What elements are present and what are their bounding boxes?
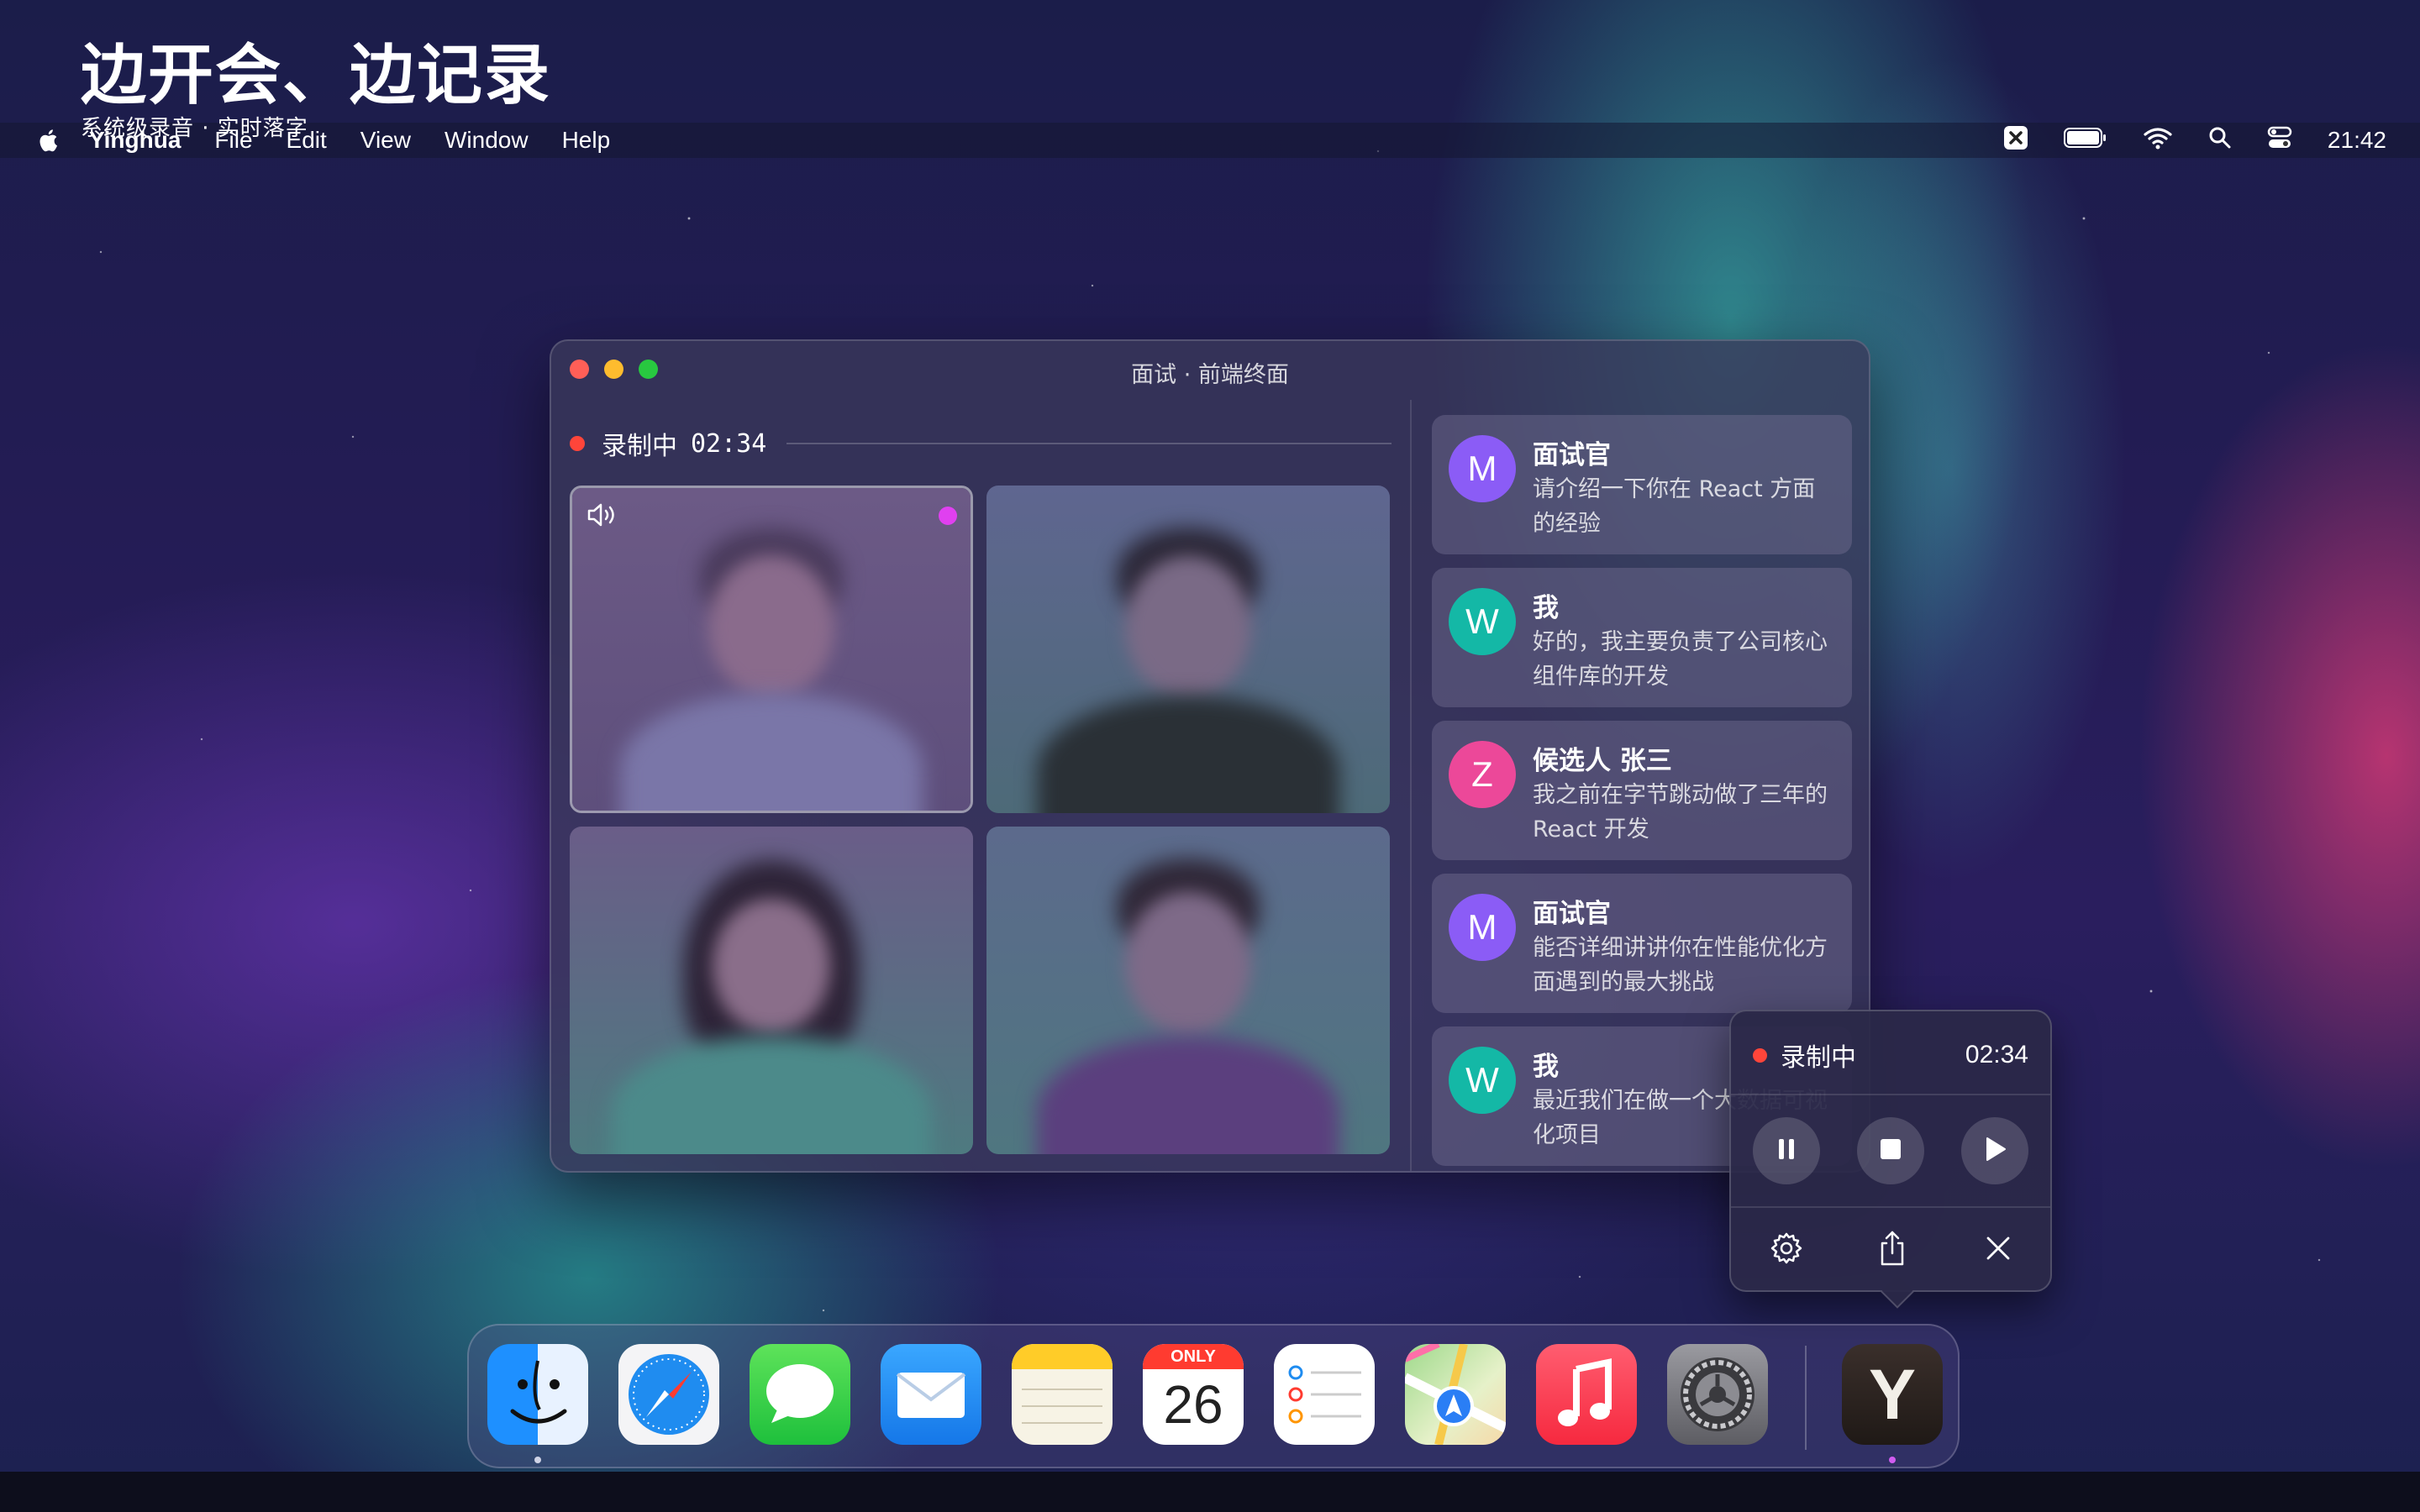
close-icon [1983, 1233, 2013, 1267]
pause-button[interactable] [1753, 1117, 1820, 1184]
transcript-item[interactable]: M 面试官 能否详细讲讲你在性能优化方面遇到的最大挑战 [1432, 874, 1852, 1013]
calendar-month: ONLY [1143, 1344, 1244, 1369]
avatar: Z [1449, 741, 1516, 808]
avatar: W [1449, 1047, 1516, 1114]
reminders-icon[interactable] [1274, 1344, 1375, 1445]
speaker-name: 面试官 [1533, 899, 1611, 929]
speaker-name: 候选人 张三 [1533, 746, 1672, 776]
transcript-text: 请介绍一下你在 React 方面的经验 [1533, 476, 1816, 537]
panel-divider-top [1731, 1094, 2050, 1095]
finder-running-indicator [534, 1457, 541, 1463]
panel-timer: 02:34 [1965, 1041, 2028, 1068]
yinghua-letter: Y [1868, 1354, 1917, 1434]
panel-recording-label: 录制中 [1781, 1043, 1856, 1073]
yinghua-running-indicator [1889, 1457, 1896, 1463]
share-icon [1876, 1229, 1909, 1271]
stop-button[interactable] [1857, 1117, 1924, 1184]
music-icon[interactable] [1536, 1344, 1637, 1445]
participant-tile-4[interactable] [986, 827, 1390, 1154]
system-settings-icon[interactable] [1667, 1344, 1768, 1445]
transcript-text: 我之前在字节跳动做了三年的 React 开发 [1533, 782, 1828, 843]
calendar-icon[interactable]: ONLY 26 [1143, 1344, 1244, 1445]
close-panel-button[interactable] [1975, 1226, 2022, 1273]
app-status-icon[interactable] [2003, 125, 2028, 156]
play-icon [1982, 1136, 2007, 1166]
finder-icon[interactable] [487, 1344, 588, 1445]
menu-help[interactable]: Help [562, 127, 611, 154]
search-icon[interactable] [2208, 126, 2232, 155]
window-title: 面试 · 前端终面 [1131, 362, 1289, 388]
avatar: M [1449, 894, 1516, 961]
recording-label: 录制中 [602, 432, 677, 461]
participant-tile-1[interactable] [570, 486, 973, 813]
panel-divider-bottom [1731, 1206, 2050, 1208]
screen-bottom-edge [0, 1472, 2420, 1512]
safari-icon[interactable] [618, 1344, 719, 1445]
maps-icon[interactable] [1405, 1344, 1506, 1445]
transcript-text: 好的，我主要负责了公司核心组件库的开发 [1533, 629, 1828, 690]
speaker-icon [586, 501, 619, 532]
battery-icon[interactable] [2063, 127, 2107, 155]
messages-icon[interactable] [750, 1344, 850, 1445]
play-button[interactable] [1961, 1117, 2028, 1184]
speaker-name: 面试官 [1533, 440, 1611, 470]
transcript-item[interactable]: Z 候选人 张三 我之前在字节跳动做了三年的 React 开发 [1432, 721, 1852, 860]
recording-divider [786, 443, 1392, 444]
pause-icon [1775, 1137, 1798, 1165]
recording-status: 录制中 02:34 [570, 425, 1410, 462]
settings-button[interactable] [1763, 1226, 1810, 1273]
control-center-icon[interactable] [2267, 125, 2292, 156]
participant-tile-2[interactable] [986, 486, 1390, 813]
gear-icon [1768, 1230, 1805, 1270]
recording-dot-icon [1753, 1047, 1767, 1063]
menu-status-area: 21:42 [2003, 123, 2386, 158]
panel-divider [1410, 400, 1412, 1171]
notes-icon[interactable] [1012, 1344, 1113, 1445]
promo-subtitle: 系统级录音 · 实时落字 [81, 116, 308, 141]
avatar: W [1449, 588, 1516, 655]
apple-icon[interactable] [25, 129, 71, 152]
share-button[interactable] [1869, 1226, 1916, 1273]
recording-dot-icon [570, 436, 585, 451]
stop-icon [1878, 1137, 1903, 1165]
speaking-indicator [939, 507, 957, 525]
speaker-name: 我 [1533, 593, 1559, 623]
panel-status: 录制中 02:34 [1753, 1037, 2028, 1074]
dock-separator [1805, 1346, 1807, 1450]
dock: ONLY 26 Y [467, 1324, 1960, 1468]
recording-control-panel: 录制中 02:34 [1729, 1010, 2052, 1292]
calendar-day: 26 [1163, 1374, 1223, 1435]
transcript-item[interactable]: M 面试官 请介绍一下你在 React 方面的经验 [1432, 415, 1852, 554]
transcript-text: 能否详细讲讲你在性能优化方面遇到的最大挑战 [1533, 935, 1828, 995]
window-titlebar[interactable]: 面试 · 前端终面 [551, 341, 1869, 400]
participant-tile-3[interactable] [570, 827, 973, 1154]
yinghua-app-icon[interactable]: Y [1842, 1344, 1943, 1445]
promo-heading: 边开会、边记录 系统级录音 · 实时落字 [81, 37, 551, 142]
transcript-item[interactable]: W 我 好的，我主要负责了公司核心组件库的开发 [1432, 568, 1852, 707]
mail-icon[interactable] [881, 1344, 981, 1445]
promo-title: 边开会、边记录 [81, 37, 552, 113]
speaker-name: 我 [1533, 1052, 1559, 1082]
recording-timer: 02:34 [691, 428, 767, 459]
wifi-icon[interactable] [2143, 126, 2173, 155]
menu-clock[interactable]: 21:42 [2328, 127, 2386, 154]
meeting-window: 面试 · 前端终面 录制中 02:34 M 面试官 请介绍一下你在 React … [550, 339, 1870, 1173]
avatar: M [1449, 435, 1516, 502]
